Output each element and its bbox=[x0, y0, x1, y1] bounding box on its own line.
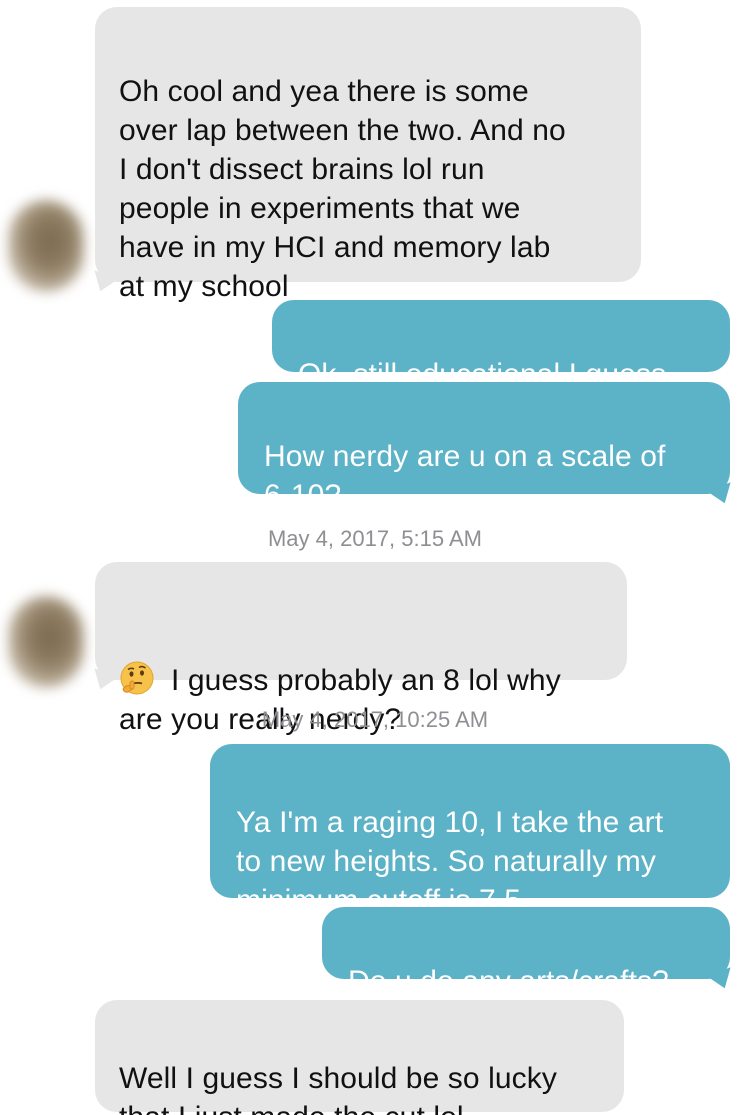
message-bubble-incoming[interactable]: Oh cool and yea there is some over lap b… bbox=[95, 7, 641, 303]
message-text: Ya I'm a raging 10, I take the art to ne… bbox=[236, 806, 664, 917]
contact-avatar[interactable] bbox=[8, 596, 84, 688]
message-text: Well I guess I should be so lucky that I… bbox=[119, 1062, 557, 1115]
message-text: Do u do any arts/crafts? bbox=[348, 965, 669, 998]
message-bubble-outgoing[interactable]: Do u do any arts/crafts? bbox=[322, 907, 730, 998]
message-text: How nerdy are u on a scale of 6-10? bbox=[264, 440, 666, 512]
timestamp: May 4, 2017, 5:15 AM bbox=[267, 526, 483, 551]
message-bubble-outgoing[interactable]: How nerdy are u on a scale of 6-10? bbox=[238, 382, 730, 512]
thinking-face-icon bbox=[119, 621, 155, 695]
message-bubble-outgoing[interactable]: Ok, still educational I guess bbox=[272, 300, 730, 391]
message-bubble-incoming[interactable]: Well I guess I should be so lucky that I… bbox=[95, 1000, 624, 1115]
message-bubble-outgoing[interactable]: Ya I'm a raging 10, I take the art to ne… bbox=[210, 744, 730, 917]
contact-avatar[interactable] bbox=[8, 200, 84, 292]
message-text: Oh cool and yea there is some over lap b… bbox=[119, 75, 566, 303]
message-bubble-incoming[interactable]: I guess probably an 8 lol why are you re… bbox=[95, 562, 627, 736]
timestamp: May 4, 2017, 10:25 AM bbox=[261, 707, 489, 732]
